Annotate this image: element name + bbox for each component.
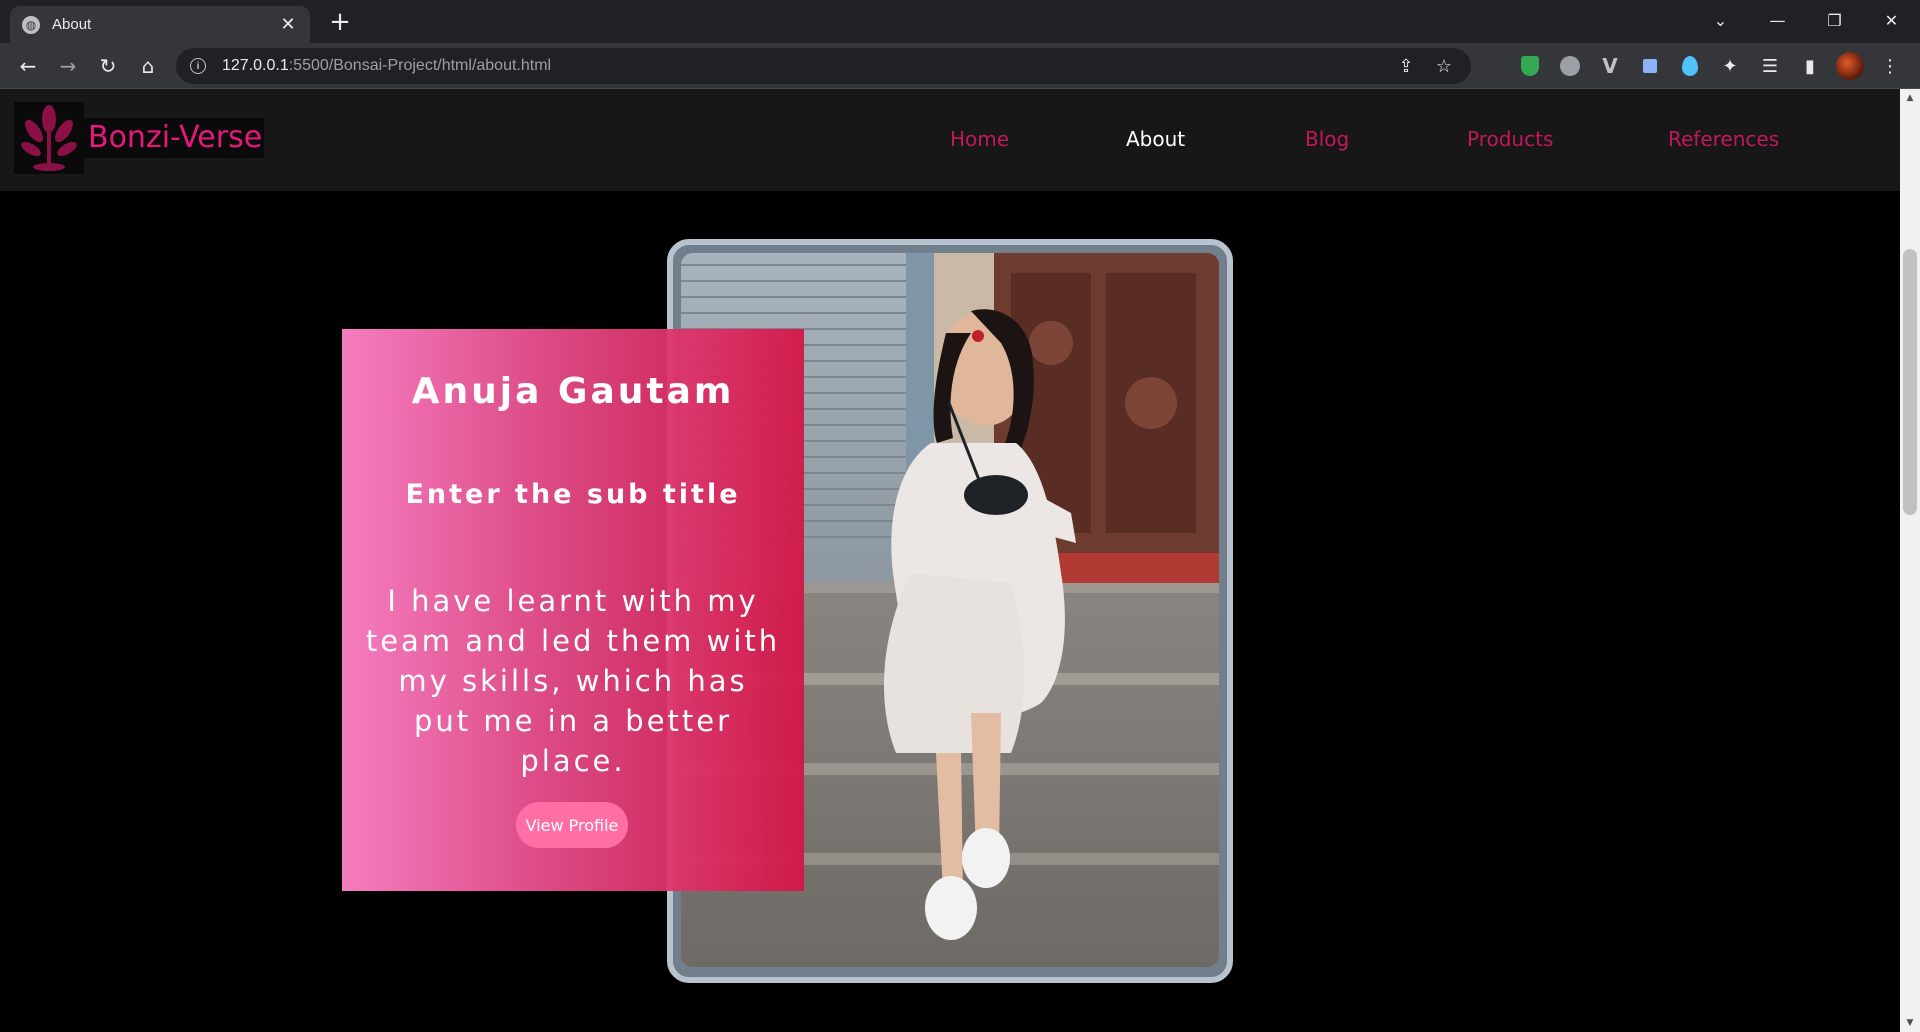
page-scrollbar[interactable]: ▲ ▼ (1900, 89, 1920, 1032)
v-extension-icon[interactable]: V (1590, 43, 1630, 89)
scroll-thumb[interactable] (1903, 249, 1917, 515)
profile-subtitle: Enter the sub title (405, 479, 741, 510)
close-icon[interactable]: ✕ (278, 14, 298, 35)
browser-tab-bar: ◍ About ✕ + ⌄ — ❐ ✕ (0, 0, 1920, 43)
view-profile-button[interactable]: View Profile (516, 802, 628, 848)
restore-icon[interactable]: ❐ (1806, 0, 1863, 40)
extensions-row: V ✦ ☰ ▮ ⋮ (1510, 43, 1910, 89)
chevron-down-icon[interactable]: ⌄ (1692, 0, 1749, 40)
tab-title: About (52, 16, 92, 33)
star-icon[interactable]: ☆ (1425, 56, 1463, 77)
info-icon[interactable]: i (190, 58, 206, 74)
nav-about[interactable]: About (1126, 127, 1185, 151)
url-text: 127.0.0.1:5500/Bonsai-Project/html/about… (222, 57, 552, 74)
profile-name: Anuja Gautam (411, 371, 735, 412)
square-extension-icon[interactable] (1630, 43, 1670, 89)
browser-tab[interactable]: ◍ About ✕ (10, 6, 310, 43)
home-icon[interactable]: ⌂ (132, 50, 164, 82)
page-viewport: Bonzi-Verse Home About Blog Products Ref… (0, 89, 1900, 1032)
profile-bio: I have learnt with my team and led them … (365, 584, 781, 778)
drop-extension-icon[interactable] (1670, 43, 1710, 89)
nav-references[interactable]: References (1668, 127, 1779, 151)
share-icon[interactable]: ⇪ (1387, 56, 1425, 77)
more-menu-icon[interactable]: ⋮ (1870, 43, 1910, 89)
arrow-left-icon[interactable]: ← (12, 50, 44, 82)
nav-products[interactable]: Products (1467, 127, 1553, 151)
scroll-down-arrow-icon[interactable]: ▼ (1900, 1014, 1920, 1032)
minimize-icon[interactable]: — (1749, 0, 1806, 40)
profile-avatar[interactable] (1830, 43, 1870, 89)
shield-extension-icon[interactable] (1510, 43, 1550, 89)
arrow-right-icon[interactable]: → (52, 50, 84, 82)
globe-icon: ◍ (22, 15, 40, 34)
reload-icon[interactable]: ↻ (92, 50, 124, 82)
media-queue-icon[interactable]: ☰ (1750, 43, 1790, 89)
main-nav: Home About Blog Products References (0, 89, 1900, 191)
site-header: Bonzi-Verse Home About Blog Products Ref… (0, 89, 1900, 191)
close-window-icon[interactable]: ✕ (1863, 0, 1920, 40)
profile-card: Anuja Gautam Enter the sub title I have … (342, 329, 804, 891)
plus-icon[interactable]: + (326, 8, 354, 36)
side-panel-icon[interactable]: ▮ (1790, 43, 1830, 89)
browser-toolbar: ← → ↻ ⌂ i 127.0.0.1:5500/Bonsai-Project/… (0, 43, 1920, 89)
address-bar[interactable]: i 127.0.0.1:5500/Bonsai-Project/html/abo… (176, 48, 1471, 84)
omnibox-actions: ⇪ ☆ (1387, 48, 1463, 84)
nav-home[interactable]: Home (950, 127, 1009, 151)
scroll-up-arrow-icon[interactable]: ▲ (1900, 89, 1920, 107)
nav-blog[interactable]: Blog (1305, 127, 1349, 151)
puzzle-icon[interactable]: ✦ (1710, 43, 1750, 89)
window-controls: ⌄ — ❐ ✕ (1692, 0, 1920, 40)
globe-extension-icon[interactable] (1550, 43, 1590, 89)
